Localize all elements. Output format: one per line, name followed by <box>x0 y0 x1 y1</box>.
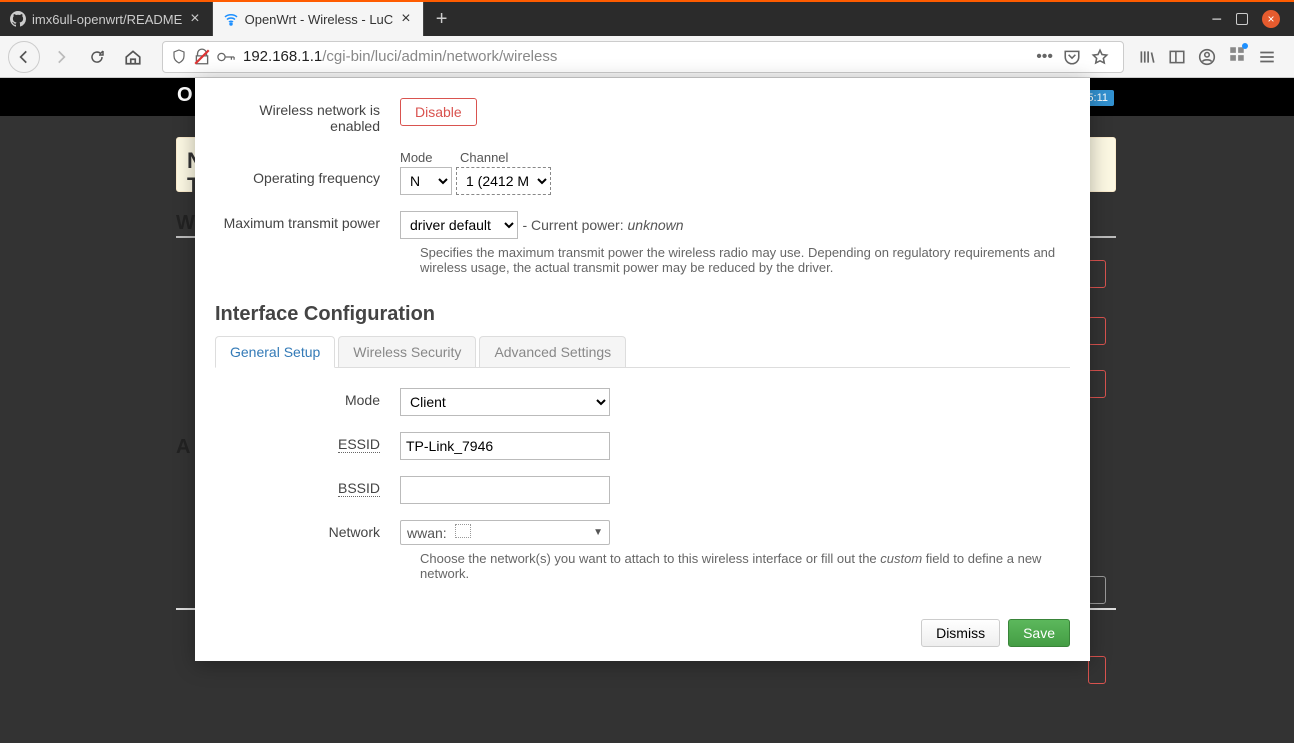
key-icon[interactable] <box>217 50 235 64</box>
essid-label: ESSID <box>215 432 400 460</box>
pocket-icon[interactable] <box>1063 48 1081 66</box>
iface-mode-select[interactable]: Client <box>400 388 610 416</box>
extensions-icon[interactable] <box>1228 45 1246 68</box>
tab-advanced-settings[interactable]: Advanced Settings <box>479 336 626 367</box>
url-text: 192.168.1.1/cgi-bin/luci/admin/network/w… <box>243 48 1022 65</box>
tab-title: imx6ull-openwrt/README <box>32 12 182 27</box>
txpower-current: - Current power: unknown <box>522 217 683 233</box>
maximize-icon[interactable] <box>1236 13 1248 25</box>
network-select[interactable]: wwan: ▼ <box>400 520 610 545</box>
home-button[interactable] <box>118 42 148 72</box>
network-label: Network <box>215 520 400 581</box>
close-icon[interactable]: × <box>188 10 201 28</box>
channel-sublabel: Channel <box>460 150 508 165</box>
browser-tab-openwrt[interactable]: OpenWrt - Wireless - LuC × <box>213 2 424 36</box>
wifi-icon <box>223 11 239 27</box>
bssid-input[interactable] <box>400 476 610 504</box>
shield-icon[interactable] <box>171 49 187 65</box>
menu-icon[interactable] <box>1258 48 1276 66</box>
openwrt-logo: O <box>177 84 193 107</box>
window-controls: − × <box>1211 2 1294 36</box>
minimize-icon[interactable]: − <box>1211 9 1222 30</box>
bssid-label: BSSID <box>215 476 400 504</box>
wifi-status-label: Wireless network is enabled <box>215 98 400 134</box>
operating-frequency-label: Operating frequency <box>215 150 400 195</box>
back-button[interactable] <box>8 41 40 73</box>
interface-config-title: Interface Configuration <box>215 303 1070 326</box>
browser-tab-bar: imx6ull-openwrt/README × OpenWrt - Wirel… <box>0 0 1294 36</box>
close-icon[interactable]: × <box>399 10 412 28</box>
forward-button[interactable] <box>46 42 76 72</box>
account-icon[interactable] <box>1198 48 1216 66</box>
new-tab-button[interactable]: + <box>424 2 460 36</box>
iface-mode-label: Mode <box>215 388 400 416</box>
browser-toolbar: 192.168.1.1/cgi-bin/luci/admin/network/w… <box>0 36 1294 78</box>
hwmode-select[interactable]: N <box>400 167 452 195</box>
browser-tab-github[interactable]: imx6ull-openwrt/README × <box>0 2 213 36</box>
channel-select[interactable]: 1 (2412 Mhz) <box>456 167 551 195</box>
txpower-hint: Specifies the maximum transmit power the… <box>400 245 1070 275</box>
interface-tabs: General Setup Wireless Security Advanced… <box>215 336 1070 368</box>
modal-footer: Dismiss Save <box>215 619 1070 647</box>
tab-wireless-security[interactable]: Wireless Security <box>338 336 476 367</box>
close-window-icon[interactable]: × <box>1262 10 1280 28</box>
network-device-icon <box>455 524 471 538</box>
network-hint: Choose the network(s) you want to attach… <box>400 551 1070 581</box>
txpower-label: Maximum transmit power <box>215 211 400 275</box>
dismiss-button[interactable]: Dismiss <box>921 619 1000 647</box>
mode-sublabel: Mode <box>400 150 450 165</box>
page-content: O 5:11 N T W A Wireless network is enabl… <box>0 78 1294 743</box>
save-button[interactable]: Save <box>1008 619 1070 647</box>
txpower-select[interactable]: driver default <box>400 211 518 239</box>
disable-button[interactable]: Disable <box>400 98 477 126</box>
tab-general-setup[interactable]: General Setup <box>215 336 335 368</box>
github-icon <box>10 11 26 27</box>
reload-button[interactable] <box>82 42 112 72</box>
library-icon[interactable] <box>1138 48 1156 66</box>
more-icon[interactable]: ••• <box>1036 48 1053 66</box>
url-bar[interactable]: 192.168.1.1/cgi-bin/luci/admin/network/w… <box>162 41 1124 73</box>
bookmark-star-icon[interactable] <box>1091 48 1109 66</box>
insecure-lock-icon[interactable] <box>193 48 211 66</box>
essid-input[interactable] <box>400 432 610 460</box>
wireless-config-modal: Wireless network is enabled Disable Oper… <box>195 78 1090 661</box>
tab-title: OpenWrt - Wireless - LuC <box>245 12 394 27</box>
sidebar-icon[interactable] <box>1168 48 1186 66</box>
